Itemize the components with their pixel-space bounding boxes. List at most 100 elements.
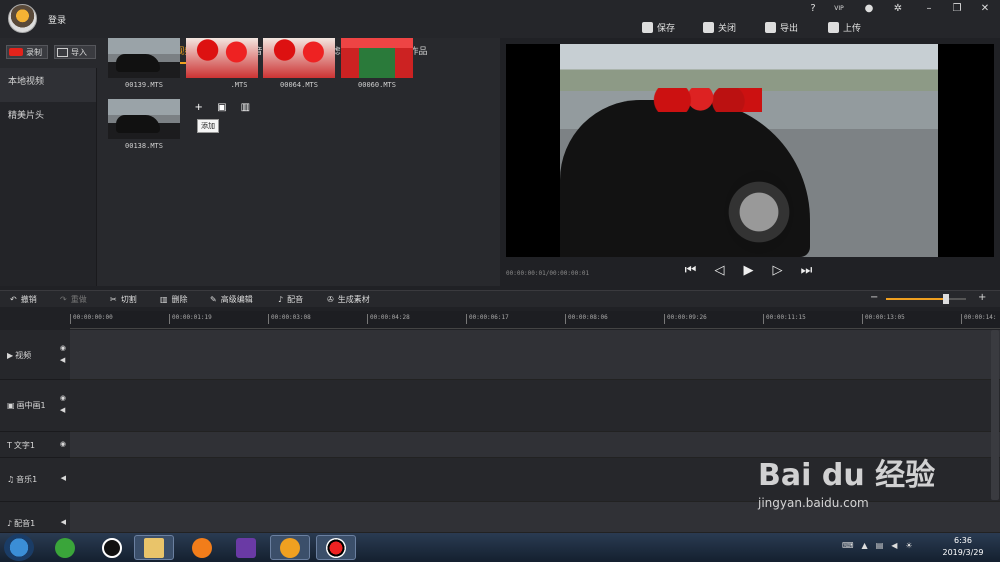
zoom-in-icon[interactable]: + <box>978 292 986 303</box>
media-thumbnail[interactable] <box>341 38 413 78</box>
speaker-icon[interactable]: ◀ <box>60 406 66 414</box>
track-label: T 文字1 <box>7 440 35 451</box>
speaker-icon[interactable]: ◀ <box>61 474 66 482</box>
zoom-out-icon[interactable]: − <box>870 292 878 303</box>
ruler-tick: 00:00:11:15 <box>763 314 806 324</box>
volume-icon[interactable]: ◀ <box>891 541 897 550</box>
close-project-button[interactable]: 关闭 <box>703 20 736 34</box>
sun-icon[interactable]: ☀ <box>905 541 912 550</box>
taskbar-app[interactable] <box>92 535 132 560</box>
media-grid: 00139.MTS .MTS 00064.MTS 00060.MTS 00138… <box>98 30 500 248</box>
media-thumbnail[interactable] <box>186 38 258 78</box>
export-icon <box>765 21 776 33</box>
media-filename: 00060.MTS <box>358 81 396 89</box>
speaker-icon[interactable]: ◀ <box>60 356 66 364</box>
skip-end-icon[interactable]: ⏭ <box>800 264 813 278</box>
step-forward-icon[interactable]: ▷ <box>771 264 784 278</box>
thumbnail-hover-actions: + ▣ ▥ <box>187 101 257 115</box>
firefox-icon <box>192 537 212 558</box>
save-button[interactable]: 保存 <box>642 20 675 34</box>
minimize-icon[interactable]: – <box>922 2 936 16</box>
timeline-scrollbar[interactable] <box>991 330 999 500</box>
track-toggles: ◉ ◀ <box>60 394 66 414</box>
timeline-ruler[interactable]: 00:00:00:00 00:00:01:19 00:00:03:08 00:0… <box>70 311 1000 329</box>
sidenav-item-intros[interactable]: 精美片头 <box>0 102 96 136</box>
taskbar-app[interactable] <box>226 535 266 560</box>
plus-icon[interactable]: + <box>194 103 204 113</box>
redo-label: 重做 <box>70 295 87 304</box>
eye-icon[interactable]: ◉ <box>60 440 66 448</box>
media-filename: 00138.MTS <box>125 142 163 150</box>
browser-360-icon <box>55 537 75 558</box>
keyboard-icon[interactable]: ⌨ <box>842 541 854 550</box>
eye-icon[interactable]: ◉ <box>60 394 66 402</box>
track-toggles: ◉ ◀ <box>60 344 66 364</box>
redo-button[interactable]: ↷ 重做 <box>60 294 87 305</box>
start-button[interactable] <box>4 534 34 561</box>
zoom-knob[interactable] <box>943 294 949 304</box>
taskbar-clock[interactable]: 6:36 2019/3/29 <box>938 535 988 559</box>
bell-icon[interactable]: ● <box>862 2 876 16</box>
side-nav: 本地视频 精美片头 <box>0 68 97 286</box>
login-link[interactable]: 登录 <box>48 13 66 26</box>
ruler-tick: 00:00:08:06 <box>565 314 608 324</box>
generate-material-label: 生成素材 <box>337 295 370 304</box>
gear-icon[interactable]: ✲ <box>891 2 905 16</box>
media-thumbnail[interactable] <box>263 38 335 78</box>
eye-icon[interactable]: ◉ <box>60 344 66 352</box>
track-name: 配音1 <box>14 519 36 528</box>
watermark-url: jingyan.baidu.com <box>758 496 869 510</box>
text-track-icon: T <box>7 441 12 450</box>
trash-icon[interactable]: ▥ <box>240 103 250 113</box>
clock-time: 6:36 <box>954 536 972 545</box>
media-thumbnail[interactable] <box>108 38 180 78</box>
taskbar-app[interactable] <box>134 535 174 560</box>
import-button[interactable]: 导入 <box>54 45 96 59</box>
vip-icon[interactable]: VIP <box>832 2 846 16</box>
system-tray: ⌨ ▲ ▤ ◀ ☀ <box>842 541 913 550</box>
track-label: ♫ 音乐1 <box>7 474 37 485</box>
arrow-up-icon[interactable]: ▲ <box>862 541 868 550</box>
sidenav-item-local-video[interactable]: 本地视频 <box>0 68 96 102</box>
track-lane[interactable] <box>70 380 1000 432</box>
upload-label: 上传 <box>843 23 862 34</box>
import-icon <box>57 47 68 57</box>
redo-icon: ↷ <box>60 295 67 304</box>
restore-icon[interactable]: ❐ <box>950 2 964 16</box>
close-icon[interactable]: ✕ <box>978 2 992 16</box>
picture-in-picture-icon[interactable]: ▣ <box>217 103 227 113</box>
track-header: ▣ 画中画1 ◉ ◀ <box>0 380 70 432</box>
media-thumbnail[interactable] <box>108 99 180 139</box>
taskbar-app[interactable] <box>182 535 222 560</box>
skip-start-icon[interactable]: ⏮ <box>684 264 697 278</box>
network-icon[interactable]: ▤ <box>876 541 884 550</box>
help-icon[interactable]: ? <box>806 2 820 16</box>
media-filename: 00139.MTS <box>125 81 163 89</box>
undo-label: 撤销 <box>20 295 37 304</box>
taskbar-app[interactable] <box>270 535 310 560</box>
generate-material-button[interactable]: ✇ 生成素材 <box>327 294 370 305</box>
speaker-icon[interactable]: ◀ <box>61 518 66 526</box>
taskbar-app[interactable] <box>45 535 85 560</box>
step-back-icon[interactable]: ◁ <box>713 264 726 278</box>
ruler-tick: 00:00:04:28 <box>367 314 410 324</box>
zoom-slider[interactable]: − + <box>868 292 993 306</box>
track-header: ▶ 视频 ◉ ◀ <box>0 330 70 380</box>
play-icon[interactable]: ▶ <box>742 264 755 278</box>
cut-button[interactable]: ✂ 切割 <box>110 294 137 305</box>
track-lane[interactable] <box>70 330 1000 380</box>
upload-button[interactable]: 上传 <box>828 20 861 34</box>
advanced-edit-button[interactable]: ✎ 高级编辑 <box>210 294 253 305</box>
track-name: 视频 <box>15 351 32 360</box>
preview-flowers <box>650 88 762 112</box>
export-label: 导出 <box>780 23 799 34</box>
record-button[interactable]: 录制 <box>6 45 48 59</box>
delete-button[interactable]: ▥ 删除 <box>160 294 188 305</box>
recorder-icon <box>326 537 346 558</box>
track-toggles: ◉ <box>60 440 66 448</box>
dub-button[interactable]: ♪ 配音 <box>278 294 303 305</box>
dub-label: 配音 <box>287 295 304 304</box>
export-button[interactable]: 导出 <box>765 20 798 34</box>
taskbar-app[interactable] <box>316 535 356 560</box>
undo-button[interactable]: ↶ 撤销 <box>10 294 37 305</box>
